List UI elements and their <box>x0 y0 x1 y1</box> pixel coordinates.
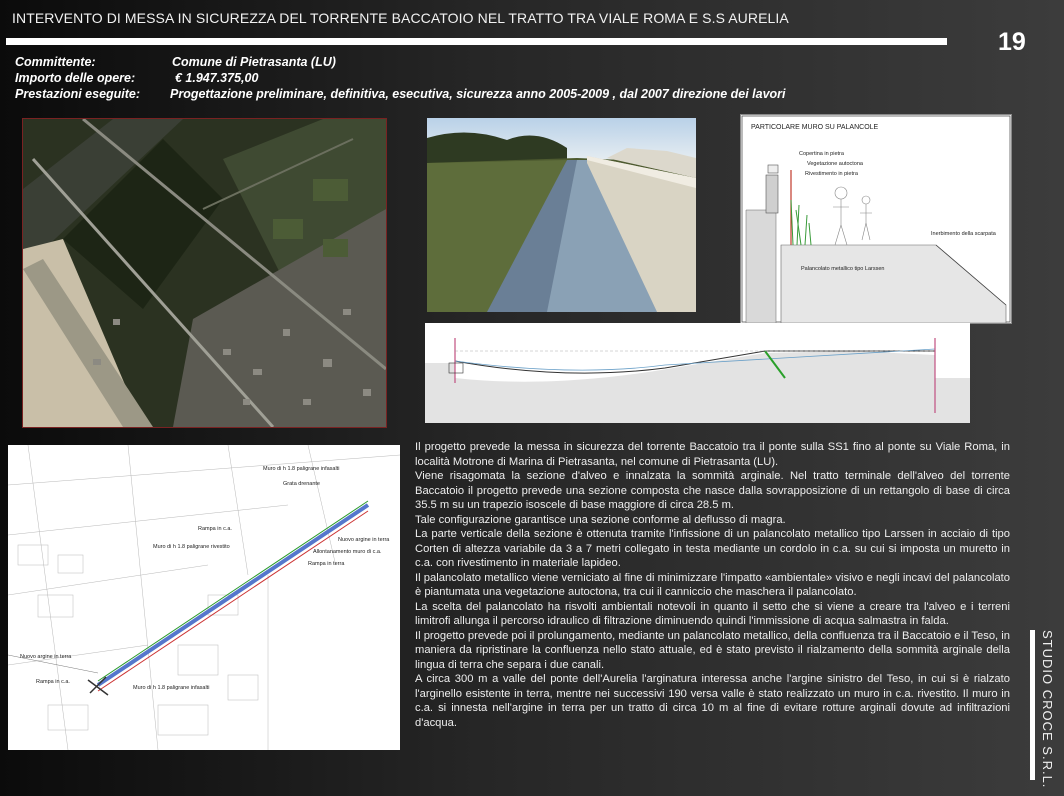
plan-label-4: Muro di h 1.8 paligrane rivestito <box>153 544 230 550</box>
plan-label-1: Muro di h 1.8 paligrane infasalti <box>263 466 339 472</box>
plan-label-7: Nuovo argine in terra <box>338 537 390 543</box>
detail-label-1: Copertina in pietra <box>799 151 845 157</box>
title-rule <box>6 38 947 45</box>
paragraph-3: Tale configurazione garantisce una sezio… <box>415 513 786 526</box>
detail-label-5: Palancolato metallico tipo Larssen <box>801 266 884 272</box>
plan-label-3: Rampa in c.a. <box>198 526 232 532</box>
paragraph-1: Il progetto prevede la messa in sicurezz… <box>415 441 1010 468</box>
plan-label-5: Allontanamento muro di c.a. <box>313 549 382 555</box>
plan-label-9: Muro di h 1.8 paligrane infasalti <box>133 685 209 691</box>
paragraph-5: Il palancolato metallico viene verniciat… <box>415 571 1010 599</box>
aerial-photo <box>22 118 387 428</box>
site-plan-drawing: Muro di h 1.8 paligrane infasalti Grata … <box>8 445 400 750</box>
plan-label-8: Nuovo argine in terra <box>20 654 72 660</box>
paragraph-7: Il progetto prevede poi il prolungamento… <box>415 629 1010 671</box>
canal-photo <box>427 118 696 312</box>
detail-title: PARTICOLARE MURO SU PALANCOLE <box>751 124 879 131</box>
paragraph-6: La scelta del palancolato ha risvolti am… <box>415 600 1010 628</box>
detail-label-2: Vegetazione autoctona <box>807 161 864 167</box>
detail-label-4: Inerbimento della scarpata <box>931 231 997 237</box>
prestazioni-value: Progettazione preliminare, definitiva, e… <box>170 87 786 101</box>
detail-label-3: Rivestimento in pietra <box>805 171 859 177</box>
committente-label: Committente: <box>15 55 96 69</box>
brand-bar <box>1030 630 1035 780</box>
committente-value: Comune di Pietrasanta (LU) <box>172 55 336 69</box>
paragraph-4: La parte verticale della sezione è otten… <box>415 528 1010 569</box>
plan-label-6: Rampa in terra <box>308 561 345 567</box>
brand-name: STUDIO CROCE S.R.L. <box>1040 630 1055 789</box>
paragraph-8: A circa 300 m a valle del ponte dell'Aur… <box>415 673 1010 729</box>
importo-value: € 1.947.375,00 <box>175 71 259 85</box>
cross-section-drawing <box>425 323 970 423</box>
importo-label: Importo delle opere: <box>15 71 136 85</box>
prestazioni-label: Prestazioni eseguite: <box>15 87 141 101</box>
paragraph-2: Viene risagomata la sezione d'alveo e in… <box>415 470 1010 511</box>
plan-label-10: Rampa in c.a. <box>36 679 70 685</box>
description-text: Il progetto prevede la messa in sicurezz… <box>415 440 1010 730</box>
page-number: 19 <box>998 28 1026 56</box>
plan-label-2: Grata drenante <box>283 481 320 487</box>
page-title: INTERVENTO DI MESSA IN SICUREZZA DEL TOR… <box>12 10 789 26</box>
detail-drawing: PARTICOLARE MURO SU PALANCOLE Copertina … <box>740 114 1012 324</box>
